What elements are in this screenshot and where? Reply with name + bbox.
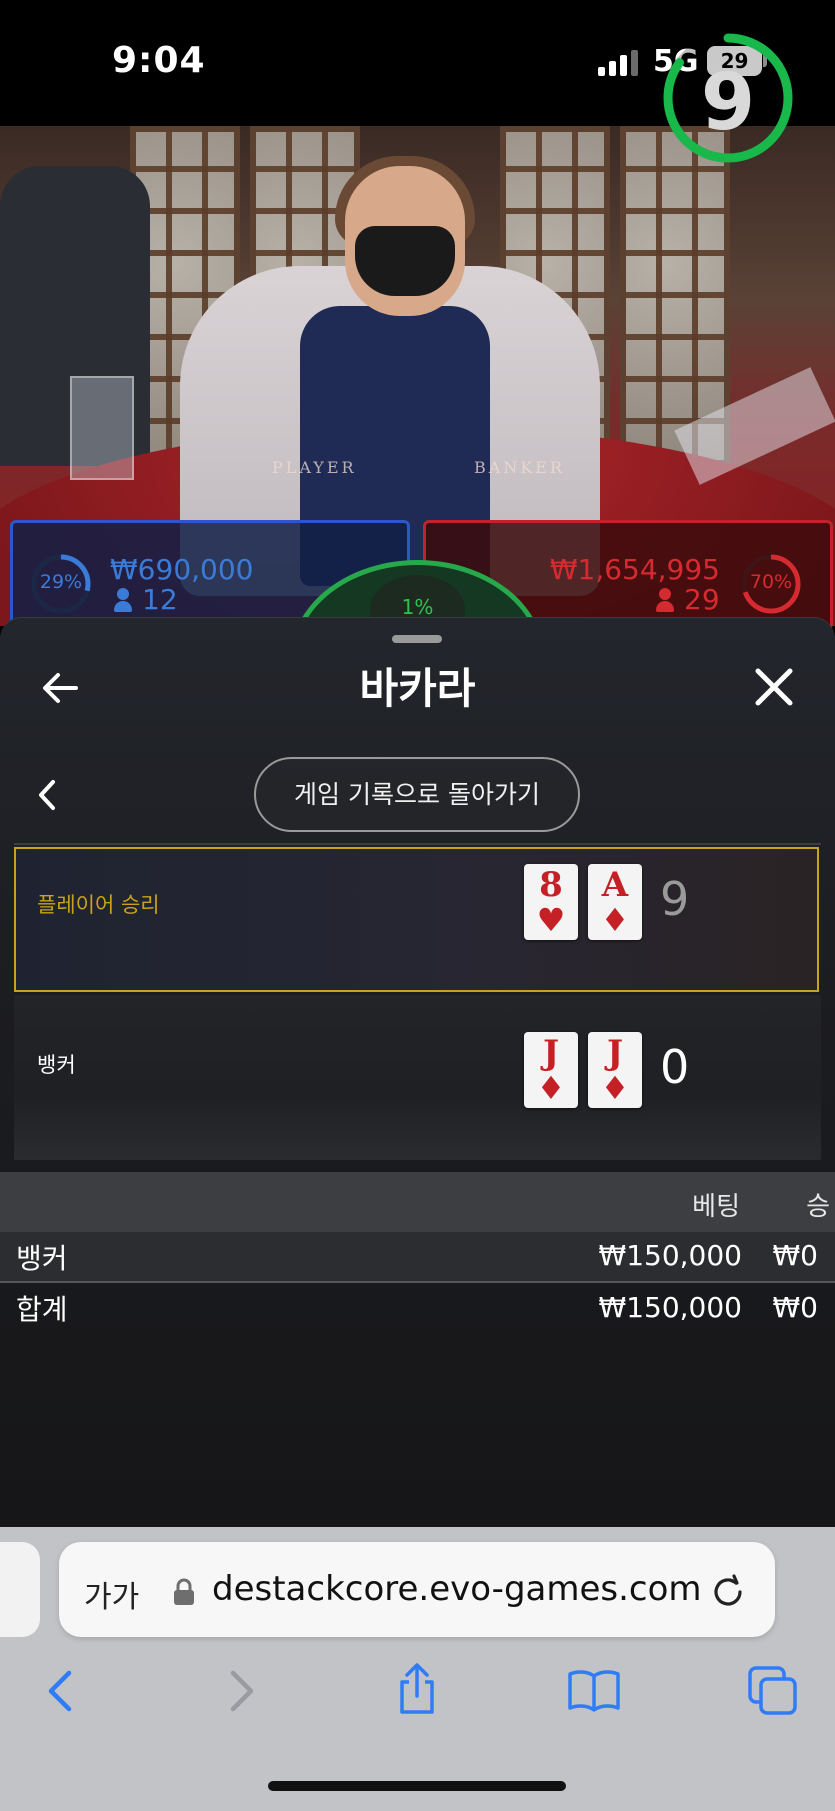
column-header-win: 승 — [806, 1192, 830, 1222]
playing-card: 8 ♥ — [524, 864, 578, 940]
row-bet-amount: ₩150,000 — [598, 1239, 742, 1272]
total-win-amount: ₩0 — [772, 1291, 819, 1324]
cellular-signal-icon — [598, 50, 638, 76]
player-user-icon — [114, 588, 132, 612]
banker-percent: 70% — [749, 571, 793, 593]
round-row-banker — [14, 995, 821, 1160]
panel-title: 바카라 — [359, 664, 476, 713]
card-rank: 8 — [539, 865, 563, 905]
divider — [14, 843, 821, 845]
close-icon[interactable] — [752, 665, 796, 709]
player-score: 9 — [660, 872, 690, 926]
tie-percent: 1% — [401, 595, 434, 619]
diamond-suit-icon: ♦ — [536, 1069, 566, 1107]
diamond-suit-icon: ♦ — [600, 901, 630, 939]
result-label-banker: 뱅커 — [37, 1053, 76, 1077]
dealer-mask — [355, 226, 455, 296]
player-count: 12 — [142, 583, 178, 616]
banker-count: 29 — [684, 583, 720, 616]
card-rank: J — [606, 1033, 624, 1073]
drag-handle[interactable] — [392, 635, 442, 643]
home-indicator — [268, 1781, 566, 1791]
banker-user-icon — [656, 588, 674, 612]
heart-suit-icon: ♥ — [536, 901, 566, 939]
browser-back-icon[interactable] — [32, 1662, 90, 1720]
chevron-left-icon[interactable] — [36, 778, 58, 812]
player-bet-amount: ₩690,000 — [110, 553, 254, 586]
playing-card: J ♦ — [524, 1032, 578, 1108]
page-settings-button[interactable]: 가가 — [84, 1572, 139, 1616]
lock-icon — [174, 1578, 194, 1605]
round-row-player — [14, 847, 819, 992]
table-player-text: PLAYER — [272, 458, 357, 477]
table-banker-text: BANKER — [474, 458, 565, 477]
total-bet-amount: ₩150,000 — [598, 1291, 742, 1324]
playing-card: A ♦ — [588, 864, 642, 940]
banker-bet-amount: ₩1,654,995 — [549, 553, 720, 586]
row-win-amount: ₩0 — [772, 1239, 819, 1272]
browser-forward-icon[interactable] — [212, 1662, 270, 1720]
share-icon[interactable] — [388, 1660, 446, 1718]
tabs-icon[interactable] — [744, 1662, 802, 1720]
result-label-player-win: 플레이어 승리 — [37, 893, 160, 917]
back-arrow-icon[interactable] — [40, 668, 80, 708]
playing-card: J ♦ — [588, 1032, 642, 1108]
status-time: 9:04 — [112, 40, 206, 81]
column-header-bet: 베팅 — [692, 1192, 740, 1222]
banker-score: 0 — [660, 1040, 690, 1094]
divider — [0, 1281, 835, 1283]
total-label: 합계 — [16, 1293, 68, 1326]
url-text[interactable]: destackcore.evo-games.com — [212, 1569, 702, 1609]
diamond-suit-icon: ♦ — [600, 1069, 630, 1107]
back-to-history-button[interactable]: 게임 기록으로 돌아가기 — [254, 757, 580, 832]
countdown-timer-value: 9 — [700, 58, 756, 148]
previous-tab-preview[interactable] — [0, 1542, 40, 1637]
bookmarks-icon[interactable] — [565, 1662, 623, 1720]
player-percent: 29% — [39, 571, 83, 593]
row-label: 뱅커 — [16, 1242, 68, 1275]
card-rank: J — [542, 1033, 560, 1073]
reload-icon[interactable] — [708, 1572, 748, 1612]
card-rank: A — [601, 865, 629, 905]
card-holder — [70, 376, 134, 480]
